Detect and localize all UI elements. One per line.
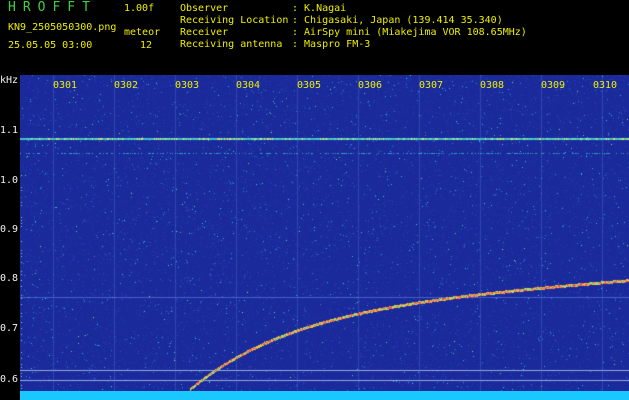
- x-tick: 0305: [297, 80, 322, 91]
- antenna-value: : Maspro FM-3: [292, 39, 371, 50]
- location-label: Receiving Location: [180, 15, 289, 26]
- antenna-label: Receiving antenna: [180, 39, 283, 50]
- x-tick: 0306: [358, 80, 383, 91]
- x-tick: 0302: [114, 80, 139, 91]
- count-label: 12: [140, 40, 153, 51]
- y-axis: kHz 1.1 1.0 0.9 0.8 0.7 0.6: [0, 75, 20, 400]
- location-value: : Chigasaki, Japan (139.414 35.340): [292, 15, 503, 26]
- filename-label: KN9_2505050300.png: [8, 22, 117, 33]
- app-logo: HROFFT: [8, 0, 97, 15]
- x-tick: 0307: [419, 80, 444, 91]
- datetime-label: 25.05.05 03:00: [8, 40, 93, 51]
- receiver-value: : AirSpy mini (Miakejima VOR 108.65MHz): [292, 27, 527, 38]
- header-panel: HROFFT 1.00f KN9_2505050300.png meteor 2…: [0, 0, 629, 75]
- spectrogram-panel: [20, 75, 629, 400]
- x-tick: 0308: [480, 80, 505, 91]
- y-tick: 0.6: [0, 374, 19, 385]
- x-tick: 0303: [175, 80, 200, 91]
- y-tick: 0.9: [0, 224, 19, 235]
- y-tick: 1.1: [0, 125, 19, 136]
- y-tick: 0.8: [0, 273, 19, 284]
- y-tick: 1.0: [0, 175, 19, 186]
- x-tick: 0310: [593, 80, 618, 91]
- version-label: 1.00f: [124, 3, 155, 14]
- spectrogram-canvas: [20, 75, 629, 400]
- y-axis-unit: kHz: [0, 75, 19, 86]
- receiver-label: Receiver: [180, 27, 229, 38]
- x-tick: 0309: [541, 80, 566, 91]
- observer-label: Observer: [180, 3, 229, 14]
- bottom-band: [20, 391, 629, 400]
- x-tick: 0301: [53, 80, 78, 91]
- observer-value: : K.Nagai: [292, 3, 347, 14]
- x-tick: 0304: [236, 80, 261, 91]
- mode-label: meteor: [124, 27, 161, 38]
- y-tick: 0.7: [0, 323, 19, 334]
